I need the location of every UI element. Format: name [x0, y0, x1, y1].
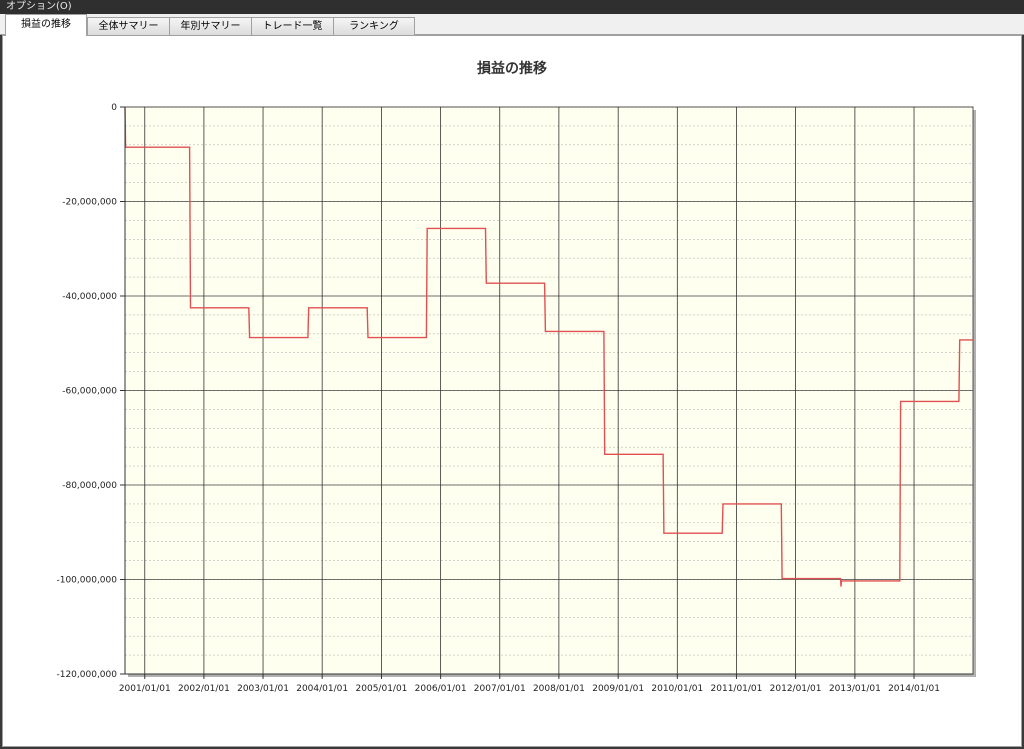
tab-profit-trend[interactable]: 損益の推移	[5, 14, 87, 36]
x-tick-label: 2010/01/01	[651, 684, 703, 694]
x-tick-label: 2005/01/01	[356, 684, 408, 694]
y-tick-label: -60,000,000	[62, 387, 117, 397]
x-tick-label: 2001/01/01	[119, 684, 171, 694]
x-tick-label: 2012/01/01	[770, 684, 822, 694]
x-tick-label: 2006/01/01	[415, 684, 467, 694]
x-tick-label: 2008/01/01	[533, 684, 585, 694]
x-tick-label: 2007/01/01	[474, 684, 526, 694]
x-tick-label: 2011/01/01	[711, 684, 763, 694]
y-tick-label: -80,000,000	[62, 481, 117, 491]
tab-strip: 損益の推移 全体サマリー 年別サマリー トレード一覧 ランキング	[0, 14, 1024, 36]
tab-trade-list[interactable]: トレード一覧	[251, 17, 334, 35]
options-menu[interactable]: オプション(O)	[0, 1, 72, 12]
y-tick-label: -40,000,000	[62, 292, 117, 302]
y-tick-label: -120,000,000	[56, 670, 117, 680]
tab-yearly-summary[interactable]: 年別サマリー	[169, 17, 252, 35]
x-tick-label: 2003/01/01	[237, 684, 289, 694]
profit-chart: 0 -20,000,000 -40,000,000 -60,000,000 -80,00…	[56, 103, 976, 694]
x-tick-label: 2014/01/01	[888, 684, 940, 694]
chart-panel: 損益の推移 0 -20,000,000 -40,000,000 -60,000,000…	[2, 35, 1022, 747]
x-tick-label: 2004/01/01	[296, 684, 348, 694]
y-tick-label: 0	[111, 103, 117, 113]
x-tick-label: 2009/01/01	[592, 684, 644, 694]
x-tick-label: 2013/01/01	[829, 684, 881, 694]
menu-bar: オプション(O)	[0, 0, 1024, 14]
tab-ranking[interactable]: ランキング	[333, 17, 415, 35]
y-tick-label: -100,000,000	[56, 576, 117, 586]
y-tick-label: -20,000,000	[62, 198, 117, 208]
x-tick-label: 2002/01/01	[178, 684, 230, 694]
tab-overall-summary[interactable]: 全体サマリー	[87, 17, 170, 35]
